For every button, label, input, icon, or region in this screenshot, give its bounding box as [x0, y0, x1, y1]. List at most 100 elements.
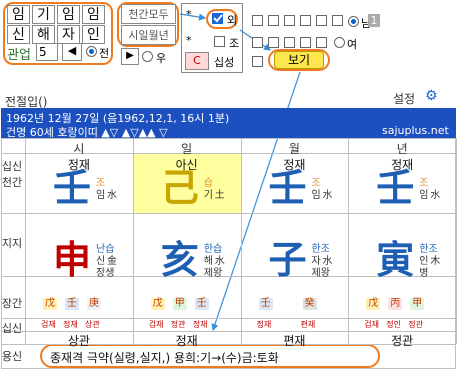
- radio-jeon[interactable]: [86, 46, 97, 57]
- play-button[interactable]: ▶: [121, 48, 139, 65]
- janggan-label: 정관: [170, 320, 186, 329]
- pillar-header: 시: [73, 142, 85, 156]
- stem-elem: 水: [107, 190, 117, 201]
- janggan-char: 戊: [150, 298, 165, 310]
- prev-button[interactable]: ◀: [62, 43, 82, 61]
- grid-checkbox[interactable]: [268, 15, 279, 26]
- sipsin-bottom: 상관: [67, 334, 90, 348]
- janggan-label: 편재: [300, 320, 316, 329]
- branch-top: 한조: [419, 244, 438, 255]
- stem-top: 조: [419, 178, 429, 189]
- char-button[interactable]: 임: [82, 5, 105, 24]
- janggan-label: 정재: [192, 320, 208, 329]
- branch-char: 子: [268, 237, 307, 282]
- stem-elem: 土: [214, 190, 225, 201]
- branch-mid: 신: [96, 256, 106, 267]
- sipsin-bottom: 정재: [175, 334, 198, 348]
- grid-checkbox[interactable]: [300, 15, 311, 26]
- branch-mid: 자: [311, 256, 321, 267]
- sipsung-label[interactable]: 십성: [214, 54, 234, 70]
- branch-top: 한조: [311, 244, 330, 255]
- stem-char: 壬: [268, 165, 307, 210]
- janggan-label: 정관: [408, 320, 423, 329]
- radio-u-label: 우: [156, 52, 167, 65]
- janggan-label: 검재: [41, 320, 56, 329]
- stem-hanja: 임: [419, 190, 429, 201]
- sihil-button[interactable]: 시일월년: [121, 25, 176, 45]
- grid-checkbox[interactable]: [284, 15, 295, 26]
- stem-top: 조: [311, 178, 321, 189]
- janggan-label: 정재: [256, 320, 272, 329]
- branch-char: 申: [53, 237, 92, 282]
- char-button[interactable]: 임: [7, 5, 30, 24]
- branch-char: 寅: [376, 237, 415, 282]
- grid-checkbox[interactable]: [252, 56, 263, 67]
- branch-bottom: 장생: [96, 268, 115, 279]
- table-hline: [1, 318, 456, 319]
- pillar-header: 월: [288, 142, 300, 156]
- stem-char: 己: [160, 165, 199, 210]
- stem-elem: 水: [430, 190, 441, 201]
- grid-checkbox[interactable]: [316, 15, 327, 26]
- char-button[interactable]: 신: [7, 25, 30, 44]
- c-button[interactable]: C: [185, 52, 209, 70]
- janggan-char: 壬: [65, 298, 79, 310]
- radio-nam[interactable]: [348, 16, 359, 27]
- char-button[interactable]: 자: [57, 25, 80, 44]
- branch-top: 난습: [96, 244, 115, 255]
- row-label: 십신: [1, 160, 23, 173]
- stem-char: 壬: [376, 165, 415, 210]
- janggan-label: 상관: [85, 320, 100, 329]
- sipsin-bottom: 정관: [391, 334, 414, 348]
- janggan-char: 壬: [194, 298, 209, 310]
- sipsin-bottom: 편재: [283, 334, 306, 348]
- row-label: 장간: [1, 297, 23, 310]
- grid-checkbox[interactable]: [252, 15, 263, 26]
- janggan-label: 검재: [364, 320, 379, 329]
- stem-top: 조: [96, 178, 106, 189]
- stem-hanja: 임: [311, 190, 321, 201]
- janggan-char: 甲: [172, 298, 187, 310]
- table-hline: [1, 368, 456, 369]
- char-button[interactable]: 인: [82, 25, 105, 44]
- char-button[interactable]: 기: [32, 5, 55, 24]
- radio-u[interactable]: [142, 51, 153, 62]
- settings-link[interactable]: 설정: [393, 90, 415, 107]
- gear-icon[interactable]: ⚙: [425, 89, 438, 103]
- grid-checkbox[interactable]: [332, 15, 343, 26]
- janggan-label: 정재: [63, 320, 78, 329]
- table-hline: [1, 138, 456, 139]
- check-oe-label: 외: [227, 14, 238, 27]
- pillar-header: 년: [396, 142, 408, 156]
- branch-mid: 해: [203, 256, 213, 267]
- grid-checkbox[interactable]: [300, 37, 311, 48]
- stem-char: 壬: [53, 165, 92, 210]
- janggan-char: 庚: [87, 298, 101, 310]
- pillar-header: 일: [181, 142, 193, 156]
- grid-checkbox[interactable]: [268, 37, 279, 48]
- char-button[interactable]: 해: [32, 25, 55, 44]
- bogi-button[interactable]: 보기: [274, 51, 324, 69]
- branch-elem: 金: [107, 256, 117, 267]
- check-jo-label: 조: [229, 37, 240, 50]
- cheongan-modu-button[interactable]: 천간모두: [121, 4, 176, 24]
- grid-checkbox[interactable]: [252, 37, 263, 48]
- site-label: sajuplus.net: [382, 124, 449, 137]
- number-input[interactable]: 5: [36, 43, 58, 61]
- grid-checkbox[interactable]: [284, 37, 295, 48]
- grid-checkbox[interactable]: [316, 37, 327, 48]
- yongsin-text: 종재격 극약(실령,실지,) 용희:기→(수)금:토화: [50, 351, 279, 365]
- branch-elem: 水: [322, 256, 333, 267]
- char-button[interactable]: 임: [57, 5, 80, 24]
- row-label: 지지: [1, 237, 23, 250]
- janggan-label: 정인: [386, 320, 401, 329]
- check-jo[interactable]: [214, 36, 225, 47]
- branch-top: 한습: [203, 244, 223, 255]
- check-oe[interactable]: [212, 13, 223, 24]
- row-label: 천간: [1, 176, 23, 189]
- radio-yeo[interactable]: [334, 37, 345, 48]
- nam-box: 1: [368, 14, 380, 27]
- janggan-label: 검재: [148, 320, 164, 329]
- janggan-char: 癸: [302, 298, 317, 310]
- tab-label[interactable]: 관업: [7, 44, 31, 63]
